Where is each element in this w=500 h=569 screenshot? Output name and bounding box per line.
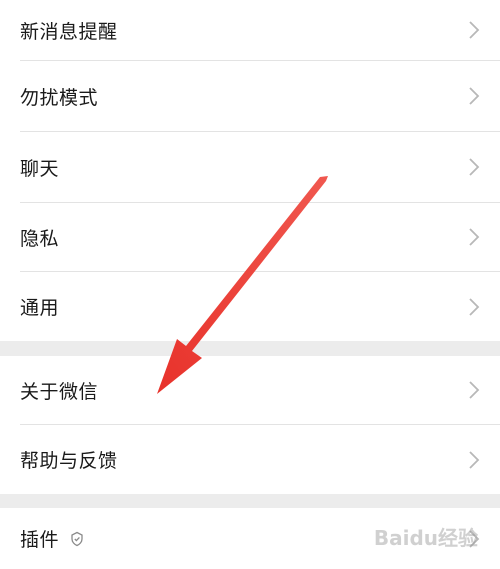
- settings-item-general[interactable]: 通用: [0, 272, 500, 341]
- chevron-right-icon: [468, 227, 480, 247]
- settings-item-label: 帮助与反馈: [20, 450, 118, 472]
- settings-item-help-feedback[interactable]: 帮助与反馈: [0, 425, 500, 494]
- settings-item-label: 隐私: [20, 227, 60, 250]
- settings-item-do-not-disturb[interactable]: 勿扰模式: [0, 61, 500, 131]
- settings-item-label: 聊天: [20, 157, 60, 180]
- chevron-right-icon: [468, 297, 480, 317]
- chevron-right-icon: [468, 450, 480, 470]
- chevron-right-icon: [468, 20, 480, 40]
- settings-item-label: 插件: [20, 529, 60, 551]
- settings-item-label: 勿扰模式: [20, 86, 99, 109]
- chevron-right-icon: [468, 380, 480, 400]
- settings-item-label: 新消息提醒: [20, 20, 118, 43]
- plugin-shield-icon: [69, 531, 85, 547]
- settings-item-chat[interactable]: 聊天: [0, 132, 500, 202]
- settings-item-plugins[interactable]: 插件: [0, 508, 500, 569]
- settings-item-about-wechat[interactable]: 关于微信: [0, 356, 500, 424]
- settings-group-plugins: 插件: [0, 508, 500, 569]
- settings-group-about: 关于微信 帮助与反馈: [0, 356, 500, 494]
- settings-page: 新消息提醒 勿扰模式 聊天 隐私 通用 关于微信 帮助与反馈 插件 Baidu经…: [0, 0, 500, 569]
- settings-group-primary: 新消息提醒 勿扰模式 聊天 隐私 通用: [0, 0, 500, 341]
- chevron-right-icon: [468, 157, 480, 177]
- settings-item-privacy[interactable]: 隐私: [0, 203, 500, 271]
- settings-item-new-message-alert[interactable]: 新消息提醒: [0, 0, 500, 60]
- settings-item-label: 通用: [20, 297, 60, 319]
- chevron-right-icon: [468, 86, 480, 106]
- chevron-right-icon: [468, 529, 480, 549]
- settings-item-label: 关于微信: [20, 380, 99, 403]
